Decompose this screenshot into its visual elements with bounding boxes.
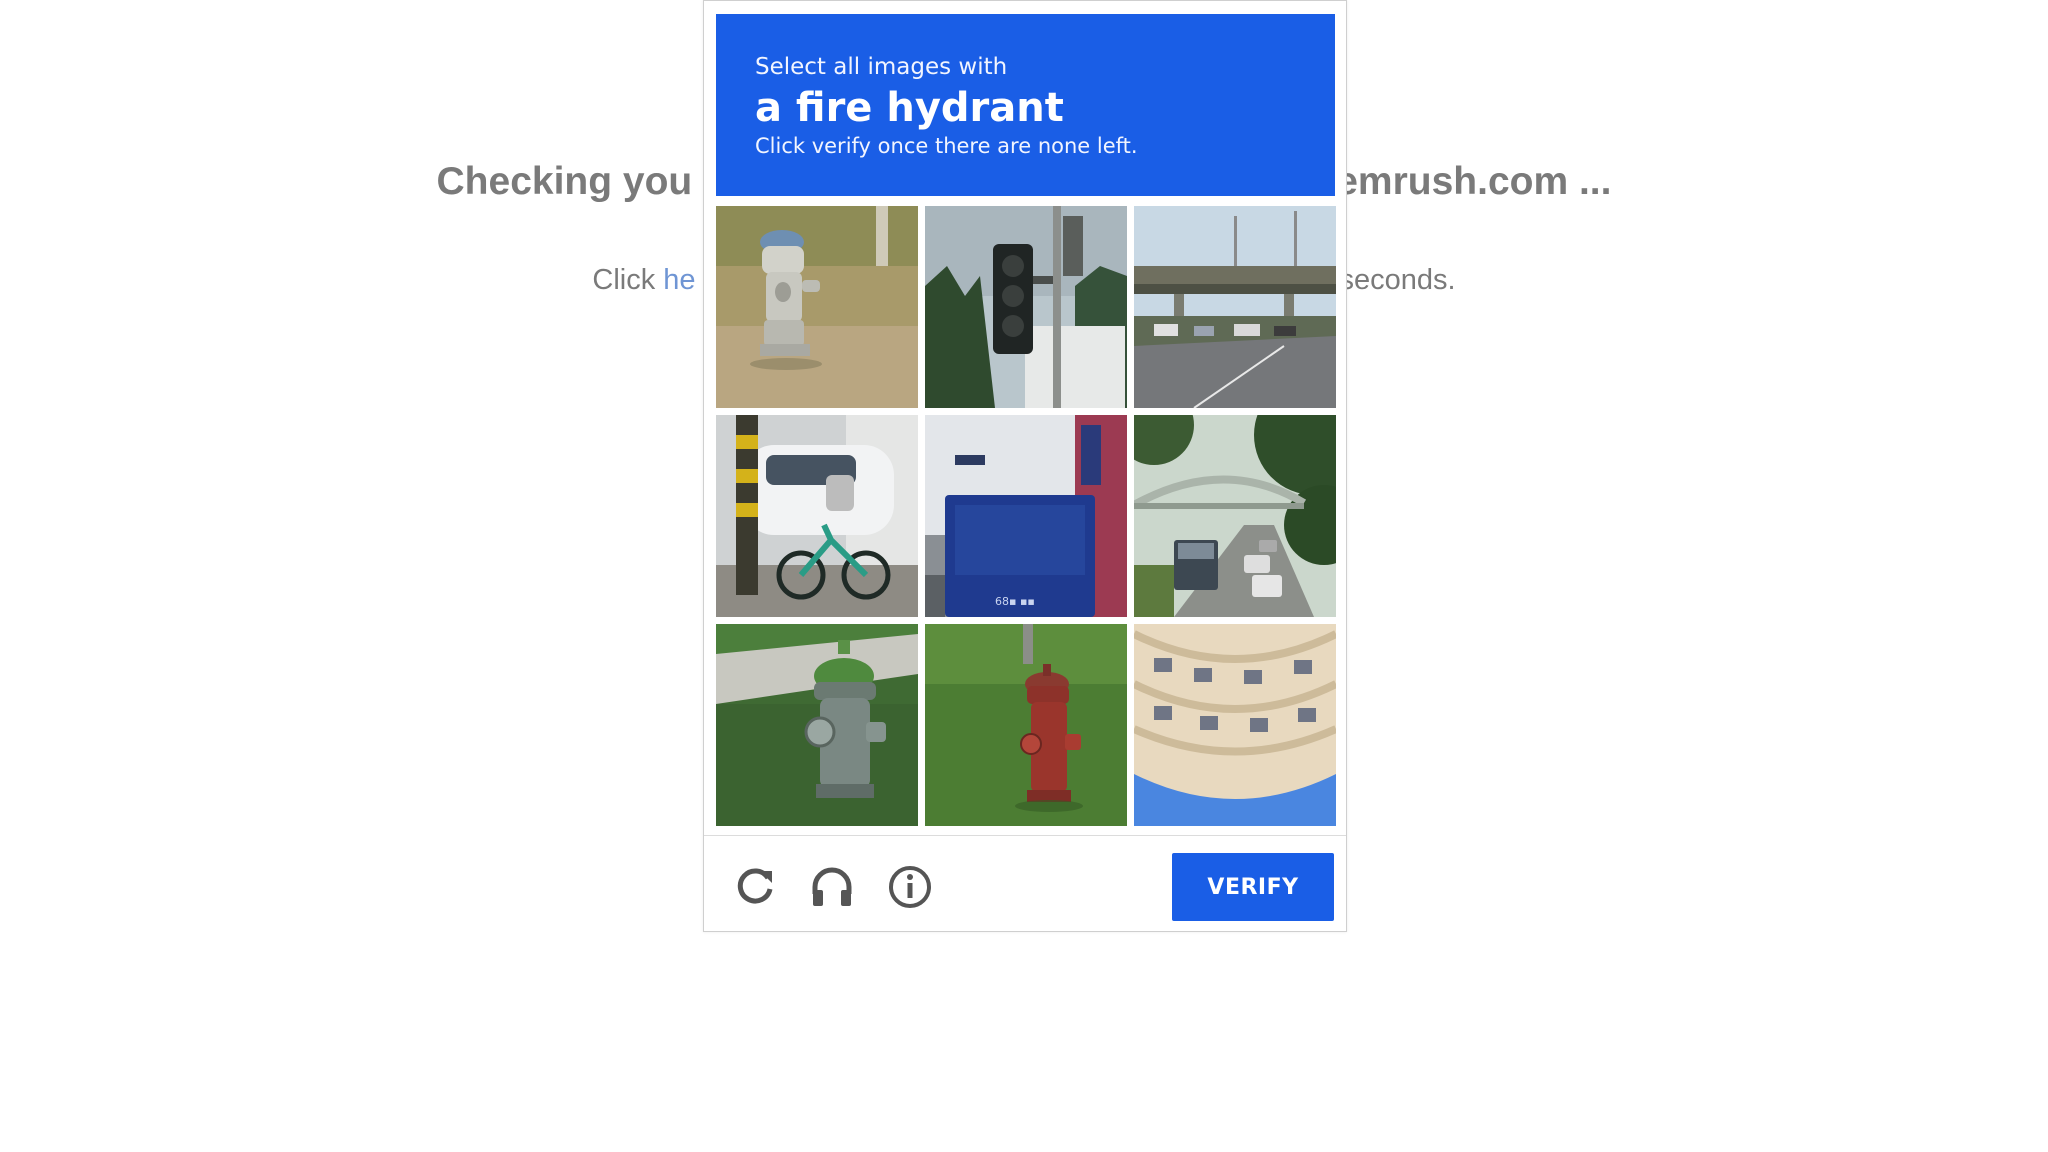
bicycle-parked-cars-image bbox=[716, 415, 918, 617]
audio-challenge-button[interactable] bbox=[807, 862, 857, 912]
target-object-text: a fire hydrant bbox=[755, 85, 1064, 131]
recaptcha-challenge: Select all images with a fire hydrant Cl… bbox=[703, 0, 1347, 932]
blue-street-sign-image: 68▪ ▪▪ bbox=[925, 415, 1127, 617]
red-hydrant-image bbox=[925, 624, 1127, 826]
building-facade-image bbox=[1134, 624, 1336, 826]
reload-button[interactable] bbox=[730, 862, 780, 912]
challenge-header: Select all images with a fire hydrant Cl… bbox=[716, 14, 1335, 196]
svg-text:68▪ ▪▪: 68▪ ▪▪ bbox=[995, 595, 1035, 608]
instruction-text: Select all images with bbox=[755, 54, 1008, 80]
green-hydrant-image bbox=[716, 624, 918, 826]
image-tile-5[interactable]: 68▪ ▪▪ bbox=[925, 415, 1127, 617]
verify-button[interactable]: VERIFY bbox=[1172, 853, 1334, 921]
highway-overpass-image bbox=[1134, 206, 1336, 408]
image-tile-9[interactable] bbox=[1134, 624, 1336, 826]
traffic-light-image bbox=[925, 206, 1127, 408]
info-icon bbox=[889, 866, 931, 908]
image-tile-6[interactable] bbox=[1134, 415, 1336, 617]
heading-text-left: Checking you bbox=[436, 160, 693, 203]
reload-icon bbox=[737, 868, 773, 904]
image-tile-2[interactable] bbox=[925, 206, 1127, 408]
hydrant-dry-grass-image bbox=[716, 206, 918, 408]
image-tile-8[interactable] bbox=[925, 624, 1127, 826]
page: Checking you emrush.com ... Click he secon… bbox=[0, 0, 2048, 1152]
image-tile-3[interactable] bbox=[1134, 206, 1336, 408]
hint-text: Click verify once there are none left. bbox=[755, 134, 1138, 158]
image-tile-4[interactable] bbox=[716, 415, 918, 617]
image-tile-1[interactable] bbox=[716, 206, 918, 408]
redirect-suffix: seconds. bbox=[1339, 264, 1456, 296]
headphones-icon bbox=[812, 867, 852, 906]
help-button[interactable] bbox=[885, 862, 935, 912]
redirect-prefix: Click bbox=[592, 264, 664, 296]
heading-text-right: emrush.com ... bbox=[1336, 160, 1612, 203]
image-tile-7[interactable] bbox=[716, 624, 918, 826]
footer-divider bbox=[704, 835, 1346, 836]
pedestrian-bridge-image bbox=[1134, 415, 1336, 617]
image-grid: 68▪ ▪▪ bbox=[716, 206, 1336, 826]
redirect-link[interactable]: he bbox=[663, 264, 695, 296]
